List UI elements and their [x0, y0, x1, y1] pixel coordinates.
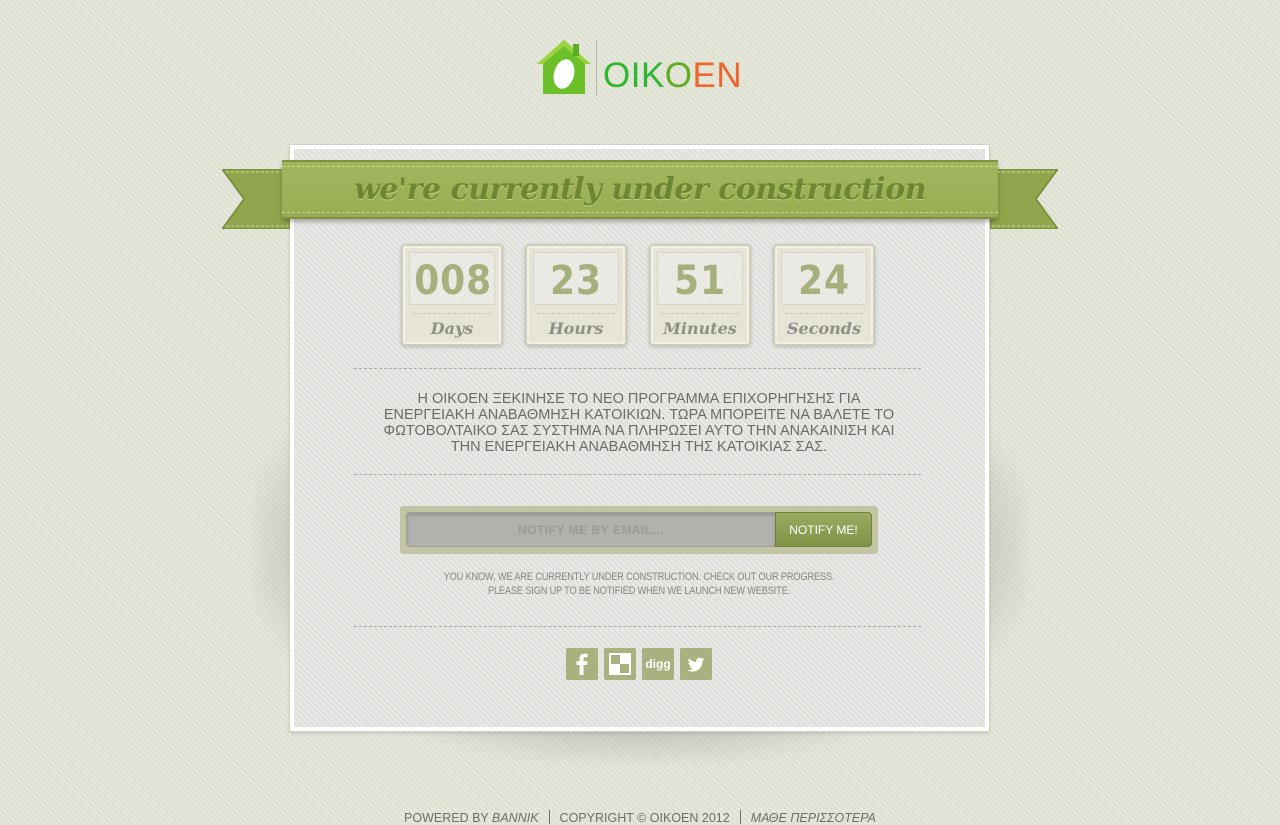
delicious-link[interactable]	[604, 648, 636, 680]
digg-icon: digg	[645, 657, 670, 671]
facebook-icon	[576, 653, 588, 675]
digg-link[interactable]: digg	[642, 648, 674, 680]
counter-value: 24	[798, 258, 850, 304]
counter-value: 008	[414, 258, 493, 304]
footer-separator	[739, 810, 741, 824]
countdown-hours: 23 Hours	[525, 244, 627, 346]
logo-wordmark: OIKOEN	[603, 56, 743, 95]
copyright-text: COPYRIGHT © OIKOEN 2012	[559, 811, 730, 825]
page-title: we're currently under construction	[354, 172, 926, 207]
learn-more-link[interactable]: ΜΑΘΕ ΠΕΡΙΣΣΟΤΕΡΑ	[751, 811, 876, 825]
footer-separator	[548, 810, 550, 824]
counter-divider	[661, 313, 739, 314]
email-input[interactable]	[406, 512, 776, 547]
counter-label: Seconds	[787, 319, 861, 338]
countdown-seconds: 24 Seconds	[773, 244, 875, 346]
notify-button[interactable]: NOTIFY ME!	[775, 512, 872, 547]
counter-label: Minutes	[663, 319, 737, 338]
counter-label: Hours	[548, 319, 604, 338]
announcement-text: Η OIKOEN ΞΕΚΙΝΗΣΕ ΤΟ ΝΕΟ ΠΡΟΓΡΑΜΜΑ ΕΠΙΧΟ…	[383, 391, 895, 455]
counter-face: 51	[657, 252, 743, 305]
counter-value: 51	[674, 258, 726, 304]
counter-divider	[413, 313, 491, 314]
signup-note: YOU KNOW, WE ARE CURRENTLY UNDER CONSTRU…	[443, 571, 835, 597]
house-logo-icon	[537, 40, 591, 94]
counter-face: 008	[409, 252, 495, 305]
powered-by-label: POWERED BY	[404, 811, 492, 825]
logo[interactable]: OIKOEN	[535, 38, 742, 100]
facebook-link[interactable]	[566, 648, 598, 680]
powered-by-link[interactable]: BANNIK	[492, 811, 539, 825]
divider	[354, 474, 921, 475]
counter-face: 24	[781, 252, 867, 305]
divider	[354, 368, 921, 369]
counter-divider	[537, 313, 615, 314]
counter-face: 23	[533, 252, 619, 305]
ribbon-left-tail	[222, 169, 290, 229]
divider	[354, 626, 921, 627]
counter-label: Days	[430, 319, 474, 338]
twitter-icon	[687, 657, 705, 672]
logo-divider	[596, 40, 597, 96]
ribbon-right-tail	[990, 169, 1058, 229]
svg-text:digg: digg	[645, 657, 670, 671]
countdown-days: 008 Days	[401, 244, 503, 346]
counter-value: 23	[550, 258, 602, 304]
counter-divider	[785, 313, 863, 314]
title-ribbon: we're currently under construction	[282, 160, 998, 219]
footer: POWERED BY BANNIK COPYRIGHT © OIKOEN 2012…	[0, 810, 1280, 825]
countdown-minutes: 51 Minutes	[649, 244, 751, 346]
twitter-link[interactable]	[680, 648, 712, 680]
delicious-icon	[609, 653, 631, 675]
